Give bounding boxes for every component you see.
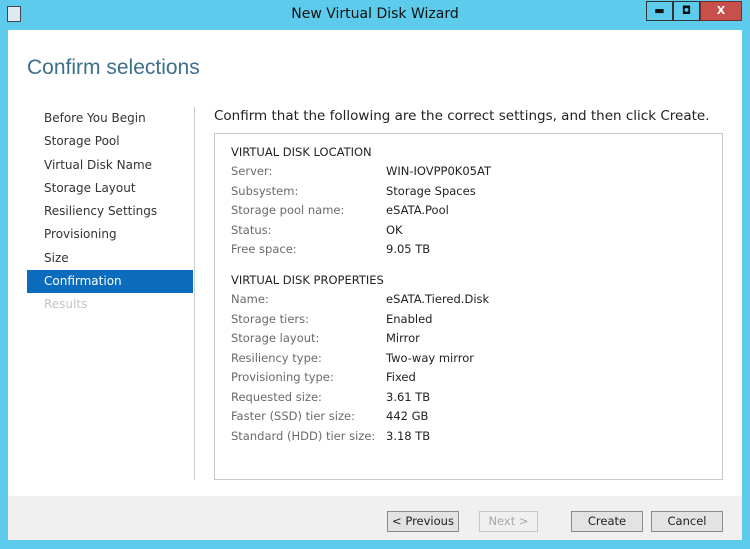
page-title: Confirm selections	[27, 56, 200, 79]
row-label: Storage pool name:	[231, 203, 345, 217]
row-label: Free space:	[231, 242, 297, 256]
previous-button[interactable]: < Previous	[387, 511, 459, 532]
summary-row: Storage layout: Mirror	[231, 331, 711, 345]
row-label: Name:	[231, 292, 269, 306]
wizard-content: Confirm selections Before You Begin Stor…	[8, 30, 742, 496]
wizard-steps-nav: Before You Begin Storage Pool Virtual Di…	[27, 107, 193, 317]
row-label: Resiliency type:	[231, 350, 322, 365]
summary-row: Storage tiers: Enabled	[231, 312, 711, 326]
next-button: Next >	[479, 511, 538, 532]
row-label: Provisioning type:	[231, 370, 334, 384]
nav-size[interactable]: Size	[27, 247, 193, 270]
summary-row: Faster (SSD) tier size: 442 GB	[231, 409, 711, 423]
cancel-button[interactable]: Cancel	[651, 511, 723, 532]
row-value: 3.18 TB	[386, 428, 431, 443]
row-value: Storage Spaces	[386, 183, 476, 198]
row-value: Mirror	[386, 331, 420, 345]
summary-row: Status: OK	[231, 223, 711, 237]
close-button[interactable]: X	[700, 1, 742, 21]
nav-storage-layout[interactable]: Storage Layout	[27, 177, 193, 200]
title-bar: New Virtual Disk Wizard ▬ ◘ X	[0, 0, 750, 30]
maximize-button[interactable]: ◘	[673, 1, 700, 21]
nav-results: Results	[44, 297, 88, 312]
row-label: Storage tiers:	[231, 311, 310, 326]
properties-section-title: VIRTUAL DISK PROPERTIES	[231, 273, 384, 287]
row-label: Storage layout:	[231, 331, 320, 345]
summary-row: Provisioning type: Fixed	[231, 370, 711, 384]
summary-row: Requested size: 3.61 TB	[231, 390, 711, 404]
row-value: eSATA.Pool	[386, 203, 449, 217]
settings-summary: VIRTUAL DISK LOCATION VIRTUAL DISK PROPE…	[214, 133, 723, 480]
nav-storage-pool[interactable]: Storage Pool	[27, 130, 193, 153]
row-label: Server:	[231, 164, 273, 178]
nav-before-you-begin[interactable]: Before You Begin	[27, 107, 193, 130]
row-value: Two-way mirror	[386, 350, 475, 365]
row-value: Fixed	[386, 370, 416, 384]
row-value: eSATA.Tiered.Disk	[386, 292, 490, 306]
window-title: New Virtual Disk Wizard	[291, 6, 459, 22]
row-label: Status:	[231, 222, 272, 237]
summary-row: Free space: 9.05 TB	[231, 242, 711, 256]
minimize-button[interactable]: ▬	[646, 1, 673, 21]
nav-virtual-disk-name[interactable]: Virtual Disk Name	[27, 154, 193, 177]
summary-row: Server: WIN-IOVPP0K05AT	[231, 164, 711, 178]
nav-resiliency-settings[interactable]: Resiliency Settings	[27, 200, 193, 223]
row-value: 9.05 TB	[386, 242, 431, 256]
row-value: Enabled	[386, 311, 433, 326]
summary-row: Resiliency type: Two-way mirror	[231, 351, 711, 365]
row-value: OK	[386, 222, 403, 237]
instruction-text: Confirm that the following are the corre…	[214, 108, 710, 124]
create-button[interactable]: Create	[571, 511, 643, 532]
nav-provisioning[interactable]: Provisioning	[27, 223, 193, 246]
row-label: Subsystem:	[231, 183, 299, 198]
row-value: 442 GB	[386, 409, 429, 423]
divider	[194, 107, 195, 480]
row-value: 3.61 TB	[386, 389, 431, 404]
location-section-title: VIRTUAL DISK LOCATION	[231, 145, 372, 159]
row-label: Requested size:	[231, 389, 322, 404]
row-label: Standard (HDD) tier size:	[231, 428, 376, 443]
nav-confirmation[interactable]: Confirmation	[27, 270, 193, 294]
summary-row: Storage pool name: eSATA.Pool	[231, 203, 711, 217]
summary-row: Standard (HDD) tier size: 3.18 TB	[231, 429, 711, 443]
row-label: Faster (SSD) tier size:	[231, 409, 355, 423]
row-value: WIN-IOVPP0K05AT	[386, 164, 491, 178]
summary-row: Subsystem: Storage Spaces	[231, 184, 711, 198]
button-bar: < Previous Next > Create Cancel	[8, 496, 742, 540]
summary-row: Name: eSATA.Tiered.Disk	[231, 292, 711, 306]
